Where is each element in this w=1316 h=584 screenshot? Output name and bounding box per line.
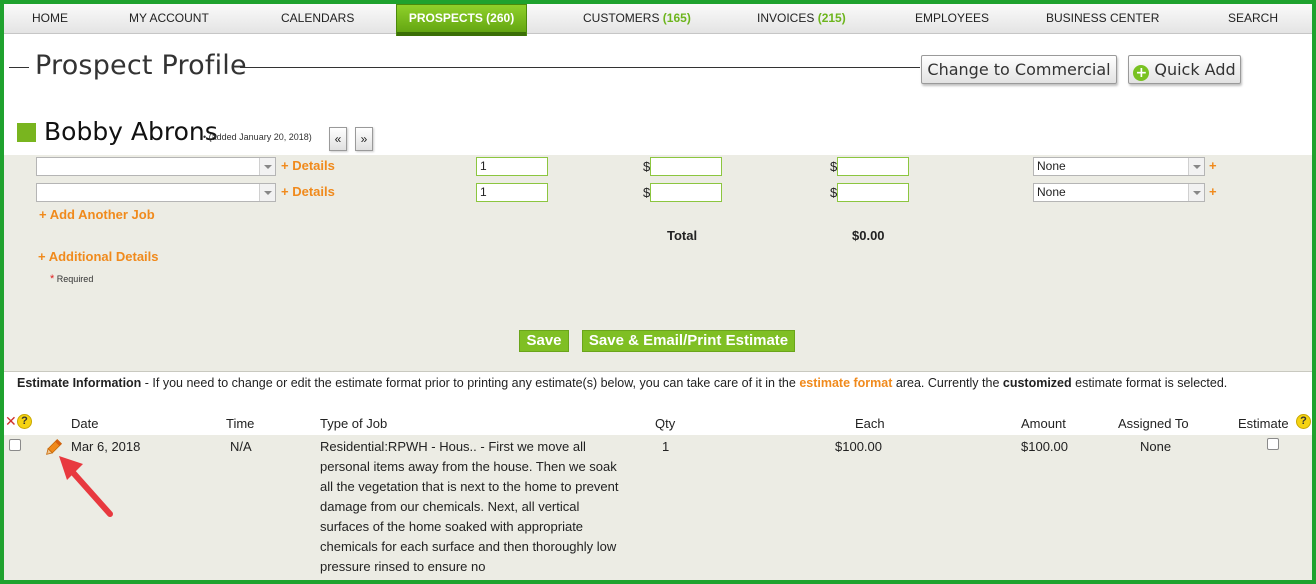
nav-prospects-active[interactable]: PROSPECTS (260) xyxy=(396,4,527,36)
nav-customers[interactable]: CUSTOMERS (165) xyxy=(583,4,691,33)
amount-input-2[interactable] xyxy=(837,183,909,202)
job-type-select-1[interactable] xyxy=(36,157,276,176)
row-each: $100.00 xyxy=(835,439,882,454)
jobs-divider xyxy=(4,371,1312,372)
row-time: N/A xyxy=(230,439,252,454)
estimate-help-icon[interactable]: ? xyxy=(1296,414,1311,429)
row-type-of-job: Residential:RPWH - Hous.. - First we mov… xyxy=(320,439,619,574)
prospect-name: Bobby Abrons xyxy=(44,117,218,146)
row-select-checkbox[interactable] xyxy=(9,439,21,451)
job-type-select-2[interactable] xyxy=(36,183,276,202)
details-link-2[interactable]: + Details xyxy=(281,184,335,199)
chevron-down-icon xyxy=(1188,158,1204,175)
qty-input-2[interactable]: 1 xyxy=(476,183,548,202)
col-time: Time xyxy=(226,416,255,431)
added-date-note: • (added January 20, 2018) xyxy=(203,132,312,142)
prospect-color-square xyxy=(17,123,36,142)
row-estimate-checkbox[interactable] xyxy=(1267,438,1279,450)
assigned-select-2[interactable]: None xyxy=(1033,183,1205,202)
chevron-down-icon xyxy=(1188,184,1204,201)
prospects-count: (260) xyxy=(486,11,515,25)
col-assigned-to: Assigned To xyxy=(1118,416,1189,431)
title-rule-left xyxy=(9,67,29,68)
next-prospect-button[interactable]: » xyxy=(355,127,373,151)
quick-add-button[interactable]: + Quick Add xyxy=(1128,55,1241,84)
col-qty: Qty xyxy=(655,416,676,431)
change-to-commercial-button[interactable]: Change to Commercial xyxy=(921,55,1117,84)
chevron-down-icon xyxy=(259,184,275,201)
nav-calendars[interactable]: CALENDARS xyxy=(281,4,354,33)
invoices-count: (215) xyxy=(817,11,846,25)
row-qty: 1 xyxy=(662,439,670,454)
annotation-arrow-icon xyxy=(59,456,113,517)
col-estimate: Estimate xyxy=(1238,416,1289,431)
col-amount: Amount xyxy=(1021,416,1066,431)
save-button[interactable]: Save xyxy=(519,330,569,352)
total-label: Total xyxy=(667,228,698,243)
details-link-1[interactable]: + Details xyxy=(281,158,335,173)
col-type-of-job: Type of Job xyxy=(320,416,388,431)
row-assigned: None xyxy=(1140,439,1172,454)
customers-count: (165) xyxy=(662,11,691,25)
nav-home[interactable]: HOME xyxy=(32,4,68,33)
previous-prospect-button[interactable]: « xyxy=(329,127,347,151)
additional-details-link[interactable]: + Additional Details xyxy=(38,249,159,264)
plus-circle-icon: + xyxy=(1133,65,1150,81)
col-date: Date xyxy=(71,416,99,431)
row-amount: $100.00 xyxy=(1021,439,1068,454)
total-value: $0.00 xyxy=(852,228,885,243)
estimate-information-text: Estimate Information - If you need to ch… xyxy=(17,376,1228,390)
delete-x-icon[interactable]: ✕ xyxy=(5,413,17,430)
nav-search[interactable]: SEARCH xyxy=(1228,4,1278,33)
nav-invoices[interactable]: INVOICES (215) xyxy=(757,4,846,33)
page-title: Prospect Profile xyxy=(35,50,247,81)
help-icon[interactable]: ? xyxy=(17,414,32,429)
required-note: * Required xyxy=(50,273,94,285)
each-input-1[interactable] xyxy=(650,157,722,176)
qty-input-1[interactable]: 1 xyxy=(476,157,548,176)
assigned-select-1[interactable]: None xyxy=(1033,157,1205,176)
nav-business-center[interactable]: BUSINESS CENTER xyxy=(1046,4,1159,33)
amount-input-1[interactable] xyxy=(837,157,909,176)
chevron-down-icon xyxy=(259,158,275,175)
table-row xyxy=(4,435,1312,580)
required-star: * xyxy=(50,273,55,285)
nav-my-account[interactable]: MY ACCOUNT xyxy=(129,4,209,33)
col-each: Each xyxy=(855,416,885,431)
add-assignee-1[interactable]: + xyxy=(1209,158,1217,173)
title-rule-right xyxy=(240,67,920,68)
add-another-job-link[interactable]: + Add Another Job xyxy=(39,207,155,222)
each-input-2[interactable] xyxy=(650,183,722,202)
add-assignee-2[interactable]: + xyxy=(1209,184,1217,199)
nav-employees[interactable]: EMPLOYEES xyxy=(915,4,989,33)
top-nav: HOME MY ACCOUNT CALENDARS CUSTOMERS (165… xyxy=(4,4,1312,34)
estimate-format-link[interactable]: estimate format xyxy=(799,376,892,390)
save-email-print-estimate-button[interactable]: Save & Email/Print Estimate xyxy=(582,330,795,352)
